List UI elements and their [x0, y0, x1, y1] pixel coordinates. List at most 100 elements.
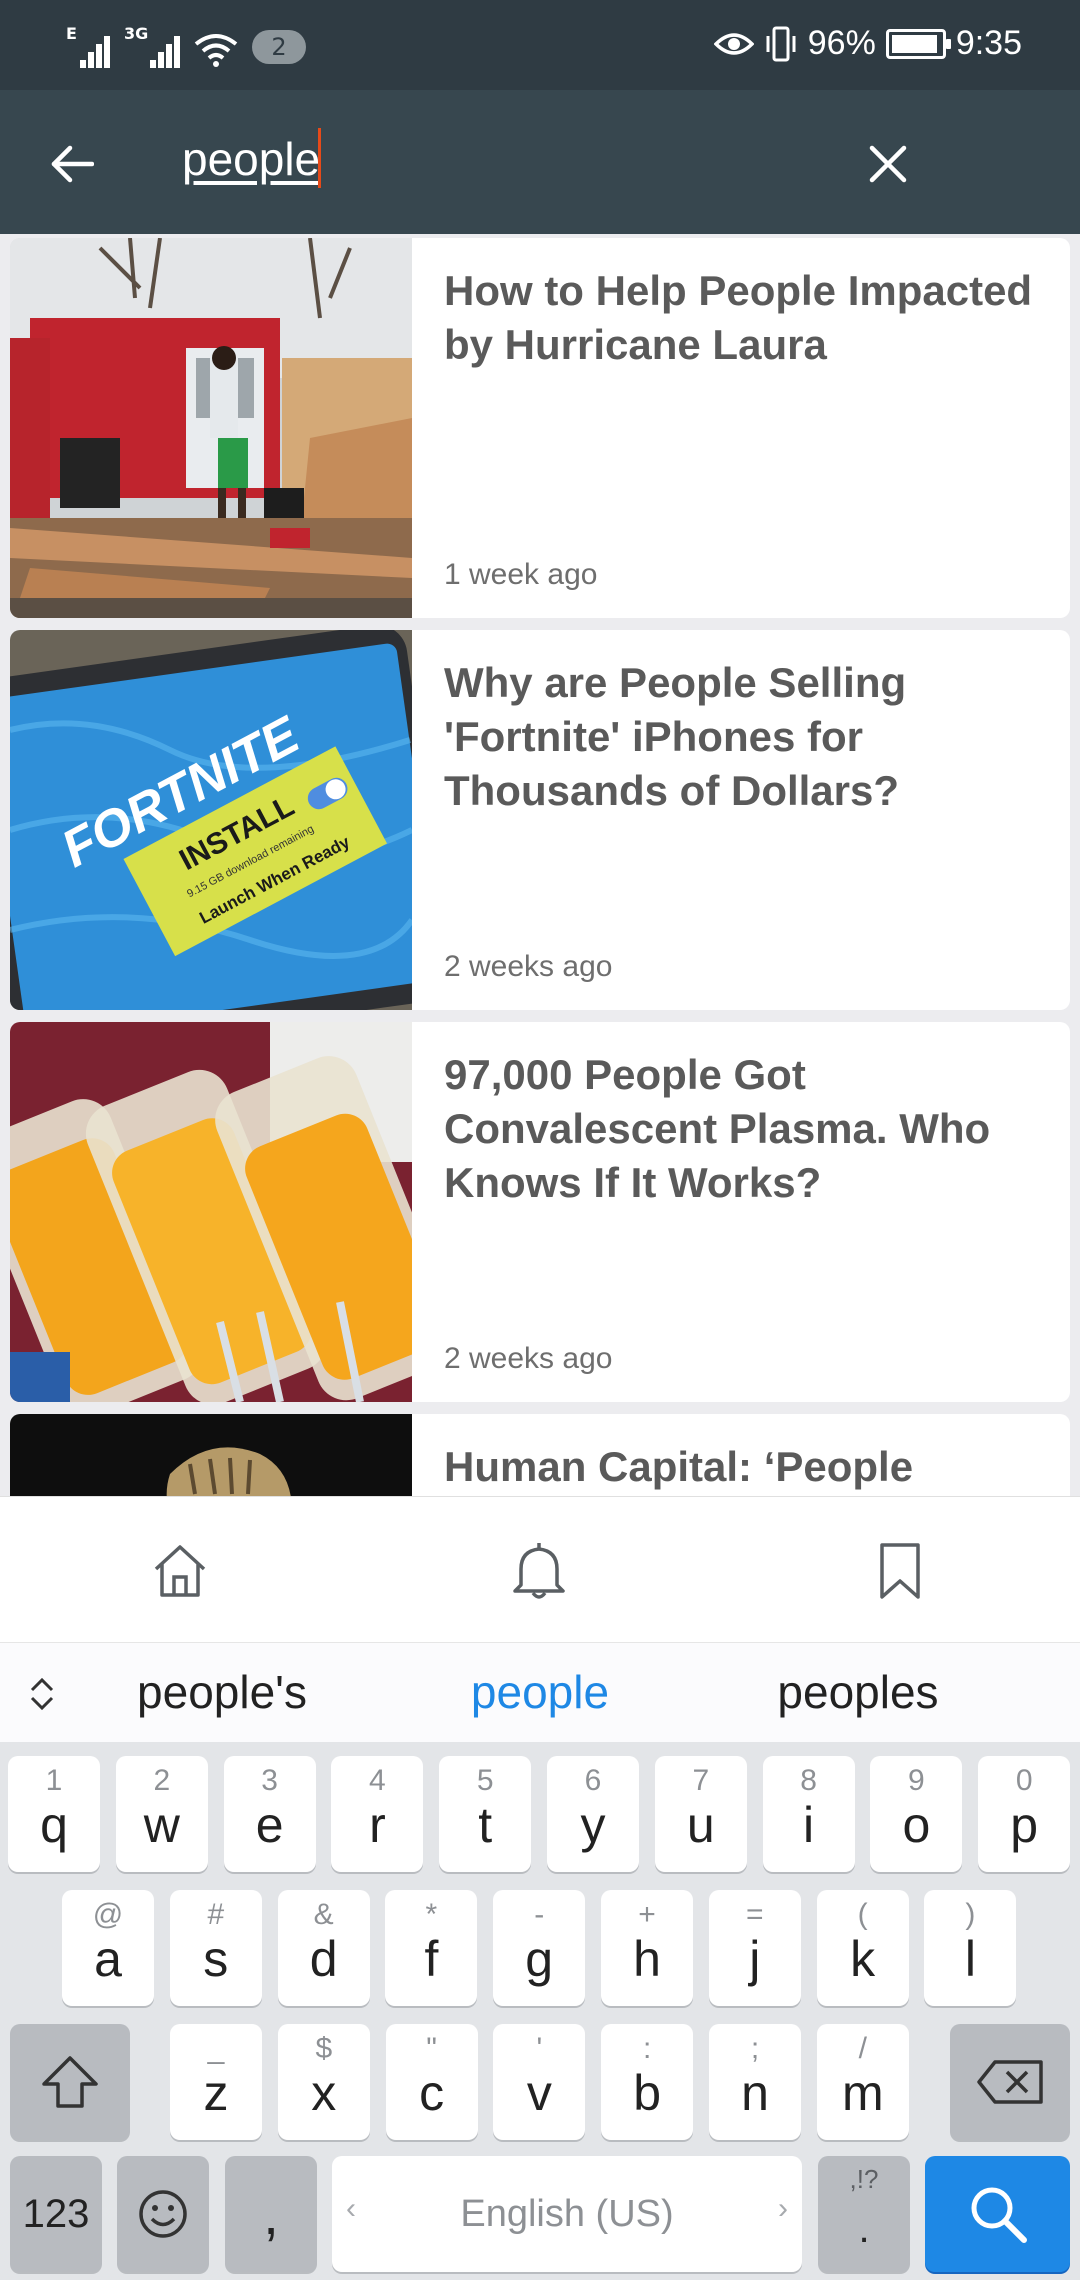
key-w[interactable]: 2w: [115, 1756, 208, 1872]
key-secondary-label: ': [536, 2032, 543, 2065]
key-secondary-label: #: [207, 1898, 225, 1931]
key-label: m: [841, 2065, 884, 2121]
numbers-key[interactable]: 123: [10, 2156, 102, 2272]
signal-e-icon: E: [66, 24, 110, 68]
period-key-sub: ,!?: [849, 2164, 879, 2194]
key-label: w: [143, 1797, 180, 1853]
space-key-label: English (US): [460, 2192, 674, 2235]
key-n[interactable]: ; n: [709, 2024, 801, 2140]
space-key[interactable]: ‹ English (US) ›: [332, 2156, 802, 2272]
key-e[interactable]: 3e: [223, 1756, 316, 1872]
emoji-key[interactable]: [117, 2156, 209, 2272]
key-label: a: [94, 1931, 122, 1987]
emoji-icon: [139, 2190, 187, 2238]
key-f[interactable]: * f: [385, 1890, 478, 2006]
key-label: t: [478, 1797, 493, 1853]
clear-search-button[interactable]: [852, 128, 924, 200]
key-secondary-label: 9: [908, 1764, 925, 1797]
notification-count-badge: 2: [252, 30, 306, 64]
chevron-up-down-icon: [30, 1677, 54, 1711]
key-label: f: [424, 1931, 439, 1987]
key-a[interactable]: @ a: [62, 1890, 154, 2006]
key-label: n: [741, 2065, 769, 2121]
key-label: q: [40, 1797, 68, 1853]
suggestion-1[interactable]: people's: [72, 1665, 372, 1719]
numbers-key-label: 123: [22, 2191, 90, 2236]
key-secondary-label: ;: [750, 2032, 760, 2065]
signal-type-label: E: [66, 24, 77, 43]
key-secondary-label: 2: [153, 1764, 171, 1797]
key-m[interactable]: / m: [816, 2024, 909, 2140]
key-i[interactable]: 8i: [762, 1756, 855, 1872]
key-secondary-label: (: [857, 1898, 868, 1931]
hurricane-thumbnail: [10, 238, 412, 618]
suggestion-3[interactable]: peoples: [708, 1665, 1008, 1719]
comma-key[interactable]: ,: [225, 2156, 317, 2272]
close-icon: [869, 145, 907, 183]
key-secondary-label: 5: [476, 1764, 494, 1797]
key-label: p: [1010, 1797, 1039, 1853]
key-g[interactable]: -g: [493, 1890, 586, 2006]
key-secondary-label: +: [638, 1898, 656, 1931]
key-h[interactable]: + h: [601, 1890, 693, 2006]
suggestion-2[interactable]: people: [390, 1665, 690, 1719]
result-title: Why are People Selling 'Fortnite' iPhone…: [444, 659, 907, 814]
search-input[interactable]: people: [182, 132, 320, 186]
bottom-navigation: [0, 1496, 1080, 1642]
signal-3g-icon: 3G: [124, 24, 180, 68]
suggestions-expand-button[interactable]: [22, 1669, 62, 1719]
nav-notifications[interactable]: [499, 1531, 579, 1611]
key-q[interactable]: 1q: [8, 1756, 100, 1872]
backspace-key[interactable]: [950, 2024, 1070, 2140]
key-label: o: [902, 1797, 931, 1853]
key-l[interactable]: ) l: [924, 1890, 1017, 2006]
key-d[interactable]: & d: [277, 1890, 370, 2006]
key-label: z: [203, 2065, 229, 2121]
keyboard: 1q2w3e4r5t6y7u8i9o0p @ a # s & d * f - g + h = j(k) l …: [0, 1742, 1080, 2280]
key-u[interactable]: 7u: [654, 1756, 747, 1872]
key-k[interactable]: (k: [816, 1890, 909, 2006]
key-secondary-label: =: [746, 1898, 764, 1931]
key-label: c: [419, 2065, 445, 2121]
key-x[interactable]: $ x: [277, 2024, 370, 2140]
key-secondary-label: 0: [1015, 1764, 1033, 1797]
result-card[interactable]: FORTNITE INSTALL 9.15 GB download remain…: [10, 630, 1070, 1010]
key-s[interactable]: # s: [169, 1890, 262, 2006]
keyboard-suggestion-bar: people's people peoples: [0, 1642, 1080, 1742]
key-z[interactable]: _ z: [170, 2024, 262, 2140]
search-key[interactable]: [925, 2156, 1070, 2272]
key-v[interactable]: ' v: [493, 2024, 586, 2140]
nav-bookmarks[interactable]: [860, 1531, 940, 1611]
key-c[interactable]: " c: [385, 2024, 478, 2140]
back-button[interactable]: [36, 128, 108, 200]
key-p[interactable]: 0p: [978, 1756, 1071, 1872]
key-label: e: [255, 1797, 284, 1853]
key-secondary-label: _: [207, 2032, 225, 2065]
key-label: v: [526, 2065, 552, 2121]
search-icon: [971, 2187, 1027, 2243]
result-card[interactable]: Human Capital: ‘People: [10, 1414, 1070, 1496]
search-header: people: [0, 90, 1080, 234]
result-card[interactable]: 97,000 People Got Convalescent Plasma. W…: [10, 1022, 1070, 1402]
battery-icon: [885, 28, 951, 59]
wifi-icon: [194, 34, 238, 67]
result-card[interactable]: How to Help People Impacted by Hurricane…: [10, 238, 1070, 618]
nav-home[interactable]: [140, 1531, 220, 1611]
shift-icon: [42, 2056, 98, 2108]
key-label: b: [633, 2065, 662, 2121]
search-results-list: How to Help People Impacted by Hurricane…: [0, 234, 1080, 1496]
key-b[interactable]: :b: [601, 2024, 694, 2140]
key-label: l: [964, 1931, 976, 1987]
key-o[interactable]: 9o: [870, 1756, 963, 1872]
bookmark-icon: [880, 1543, 920, 1599]
fortnite-thumbnail: FORTNITE INSTALL 9.15 GB download remain…: [10, 630, 412, 1010]
key-y[interactable]: 6y: [547, 1756, 639, 1872]
status-right: 96% 9:35: [713, 24, 1022, 63]
shift-key[interactable]: [10, 2024, 130, 2140]
key-r[interactable]: 4r: [331, 1756, 424, 1872]
key-j[interactable]: = j: [708, 1890, 801, 2006]
key-secondary-label: 1: [45, 1764, 63, 1797]
period-key[interactable]: ,!? .: [818, 2156, 910, 2272]
key-t[interactable]: 5t: [439, 1756, 532, 1872]
key-secondary-label: 6: [584, 1764, 602, 1797]
